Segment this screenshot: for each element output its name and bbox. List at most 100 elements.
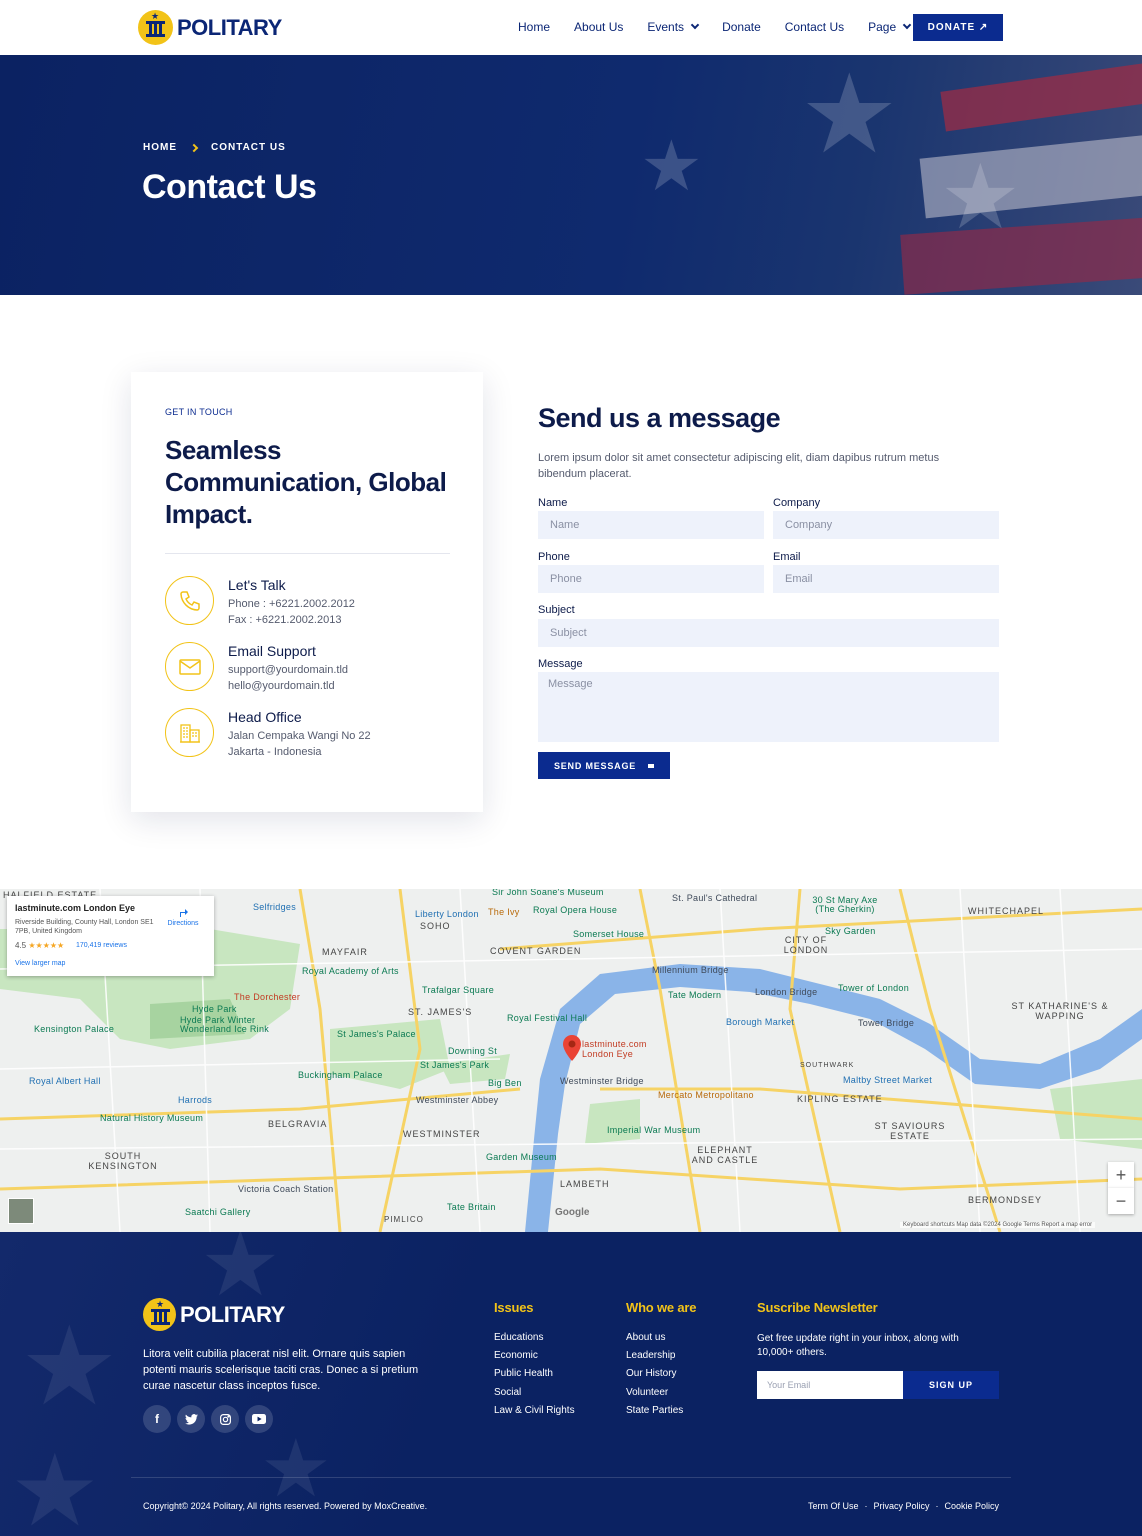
map-poi-label[interactable]: Sir John Soane's Museum (492, 889, 604, 897)
map-poi-label[interactable]: Victoria Coach Station (238, 1184, 333, 1194)
privacy-link[interactable]: Privacy Policy (873, 1501, 929, 1511)
map-pin-icon[interactable] (563, 1035, 581, 1066)
zoom-out-button[interactable]: − (1108, 1188, 1134, 1214)
nav-item-donate[interactable]: Donate (722, 20, 761, 34)
map-poi-label[interactable]: St. Paul's Cathedral (672, 893, 757, 903)
map-poi-label[interactable]: Royal Festival Hall (507, 1013, 587, 1023)
footer-link[interactable]: Public Health (494, 1368, 553, 1379)
youtube-icon[interactable] (245, 1405, 273, 1433)
map-poi-label[interactable]: Royal Albert Hall (29, 1076, 101, 1086)
footer-link[interactable]: Law & Civil Rights (494, 1405, 575, 1416)
map-layer-toggle[interactable] (8, 1198, 34, 1224)
map-poi-label[interactable]: Garden Museum (486, 1152, 557, 1162)
breadcrumb-home[interactable]: HOME (143, 142, 177, 153)
zoom-in-button[interactable]: + (1108, 1162, 1134, 1188)
footer-link[interactable]: Leadership (626, 1350, 675, 1361)
company-input[interactable] (773, 511, 999, 539)
map-poi-label[interactable]: Saatchi Gallery (185, 1207, 251, 1217)
map-poi-label[interactable]: Selfridges (253, 902, 296, 912)
message-textarea[interactable] (538, 672, 999, 742)
nav-item-home[interactable]: Home (518, 20, 550, 34)
reviews-link[interactable]: 170,419 reviews (76, 942, 127, 949)
map-poi-label[interactable]: Tate Britain (447, 1202, 496, 1212)
email-input[interactable] (773, 565, 999, 593)
subject-input[interactable] (538, 619, 999, 647)
footer-link[interactable]: Volunteer (626, 1387, 668, 1398)
map-poi-label[interactable]: Natural History Museum (100, 1113, 203, 1123)
map-poi-label[interactable]: Buckingham Palace (298, 1070, 383, 1080)
phone-input[interactable] (538, 565, 764, 593)
instagram-icon[interactable] (211, 1405, 239, 1433)
icon-circle (165, 642, 214, 691)
name-input[interactable] (538, 511, 764, 539)
terms-link[interactable]: Term Of Use (808, 1501, 859, 1511)
map-area-label: ST SAVIOURS ESTATE (874, 1121, 946, 1141)
subject-label: Subject (538, 604, 575, 616)
map-poi-label[interactable]: Mercato Metropolitano (658, 1090, 754, 1100)
support-email[interactable]: support@yourdomain.tld (228, 664, 348, 676)
map-poi-label[interactable]: Imperial War Museum (607, 1125, 700, 1135)
map-poi-label[interactable]: Big Ben (488, 1078, 522, 1088)
footer-link[interactable]: About us (626, 1332, 665, 1343)
map-poi-label[interactable]: Downing St (448, 1046, 497, 1056)
hello-email[interactable]: hello@yourdomain.tld (228, 680, 335, 692)
map-poi-label[interactable]: Westminster Bridge (560, 1076, 644, 1086)
name-label: Name (538, 497, 568, 509)
site-header: ★ POLITARY Home About Us Events Donate C… (0, 0, 1142, 55)
map-poi-label[interactable]: Westminster Abbey (416, 1095, 498, 1105)
map-poi-label[interactable]: Tower Bridge (858, 1018, 914, 1028)
sign-up-button[interactable]: SIGN UP (903, 1371, 999, 1399)
map-poi-label[interactable]: Liberty London (415, 909, 479, 919)
map-poi-label[interactable]: Somerset House (573, 929, 644, 939)
map-poi-label[interactable]: Royal Academy of Arts (302, 966, 399, 976)
view-larger-map-link[interactable]: View larger map (15, 960, 65, 967)
legal-links: Term Of Use · Privacy Policy · Cookie Po… (808, 1501, 999, 1511)
map-poi-label[interactable]: London Bridge (755, 987, 817, 997)
directions-button[interactable]: Directions (163, 906, 203, 927)
location-map[interactable]: HALFIELD ESTATE SOHO MAYFAIR COVENT GARD… (0, 889, 1142, 1232)
card-heading: Seamless Communication, Global Impact. (165, 435, 447, 529)
company-label: Company (773, 497, 821, 509)
map-poi-label[interactable]: St James's Palace (337, 1029, 416, 1039)
footer-link[interactable]: Social (494, 1387, 521, 1398)
map-poi-label[interactable]: Millennium Bridge (652, 965, 729, 975)
map-poi-label[interactable]: Borough Market (726, 1017, 794, 1027)
map-poi-label[interactable]: Trafalgar Square (422, 985, 494, 995)
map-poi-label[interactable]: Kensington Palace (34, 1024, 114, 1034)
page-hero: ★ ★ ★ HOME CONTACT US Contact Us (0, 55, 1142, 295)
map-poi-label[interactable]: The Ivy (488, 907, 520, 917)
map-poi-label[interactable]: Hyde Park Winter Wonderland Ice Rink (180, 1016, 270, 1034)
google-logo: Google (555, 1207, 590, 1218)
footer-link[interactable]: Economic (494, 1350, 538, 1361)
donate-button[interactable]: DONATE ↗ (913, 14, 1003, 41)
brand-logo[interactable]: ★ POLITARY (138, 10, 282, 45)
send-message-button[interactable]: SEND MESSAGE (538, 752, 670, 779)
facebook-icon[interactable]: f (143, 1405, 171, 1433)
map-poi-label[interactable]: Tower of London (838, 983, 909, 993)
site-footer: ★ ★ ★ ★ ★ POLITARY Litora velit cubilia … (0, 1232, 1142, 1536)
message-label: Message (538, 658, 583, 670)
footer-logo[interactable]: ★ POLITARY (143, 1298, 285, 1331)
map-poi-label[interactable]: The Dorchester (234, 992, 300, 1002)
nav-item-events[interactable]: Events (647, 20, 700, 34)
nav-item-about[interactable]: About Us (574, 20, 623, 34)
map-poi-label[interactable]: Sky Garden (825, 926, 876, 936)
map-attribution[interactable]: Keyboard shortcuts Map data ©2024 Google… (900, 1222, 1096, 1228)
nav-item-contact[interactable]: Contact Us (785, 20, 844, 34)
map-poi-label[interactable]: 30 St Mary Axe (The Gherkin) (810, 896, 880, 914)
footer-link[interactable]: Educations (494, 1332, 543, 1343)
map-poi-label[interactable]: Royal Opera House (533, 905, 617, 915)
nav-item-page[interactable]: Page (868, 20, 912, 34)
cookie-link[interactable]: Cookie Policy (944, 1501, 999, 1511)
main-nav: Home About Us Events Donate Contact Us P… (518, 20, 934, 34)
map-poi-label[interactable]: Harrods (178, 1095, 212, 1105)
newsletter-email-input[interactable] (757, 1371, 903, 1399)
footer-link[interactable]: State Parties (626, 1405, 683, 1416)
map-poi-label[interactable]: Hyde Park (192, 1004, 237, 1014)
map-poi-label[interactable]: Maltby Street Market (843, 1075, 932, 1085)
map-poi-label[interactable]: Tate Modern (668, 990, 721, 1000)
twitter-icon[interactable] (177, 1405, 205, 1433)
newsletter-description: Get free update right in your inbox, alo… (757, 1333, 959, 1358)
map-poi-label[interactable]: St James's Park (420, 1060, 489, 1070)
footer-link[interactable]: Our History (626, 1368, 677, 1379)
